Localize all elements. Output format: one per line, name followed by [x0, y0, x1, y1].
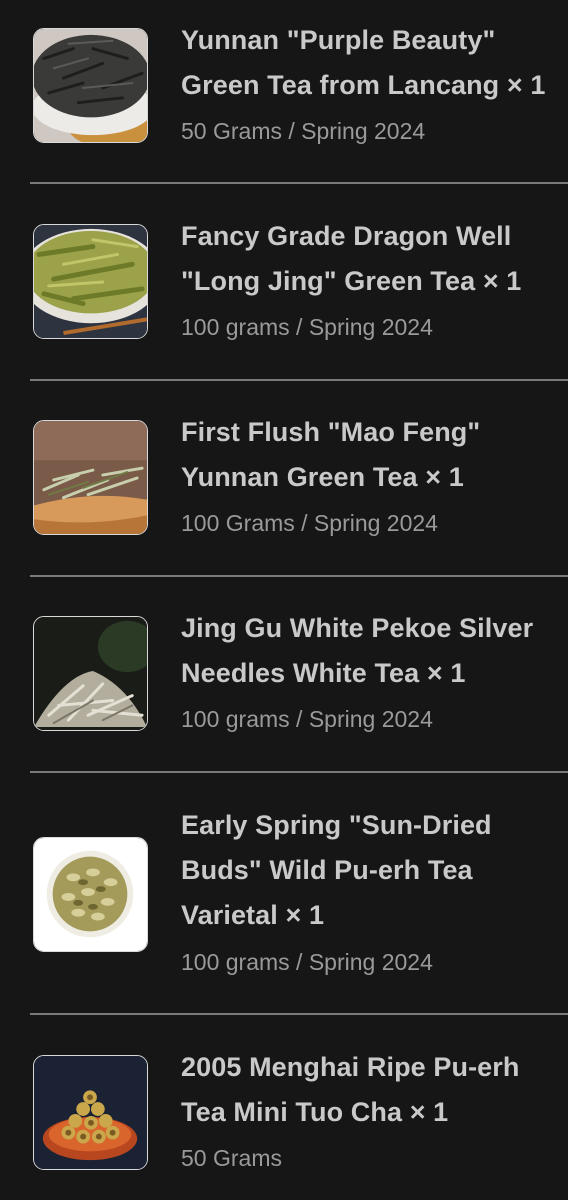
- divider: [30, 379, 568, 381]
- list-item: Fancy Grade Dragon Well "Long Jing" Gree…: [30, 212, 568, 362]
- product-name: Yunnan "Purple Beauty" Green Tea from La…: [181, 25, 546, 100]
- list-item: Yunnan "Purple Beauty" Green Tea from La…: [30, 16, 568, 166]
- list-item: Early Spring "Sun-Dried Buds" Wild Pu-er…: [30, 801, 568, 1013]
- list-item: 2005 Menghai Ripe Pu-erh Tea Mini Tuo Ch…: [30, 1043, 568, 1200]
- list-item: First Flush "Mao Feng" Yunnan Green Tea …: [30, 408, 568, 558]
- list-item: Jing Gu White Pekoe Silver Needles White…: [30, 604, 568, 754]
- product-variant: 100 grams / Spring 2024: [181, 949, 433, 975]
- order-item-list: Yunnan "Purple Beauty" Green Tea from La…: [0, 0, 568, 1200]
- product-image-long-jing: [33, 224, 148, 339]
- product-variant: 100 grams / Spring 2024: [181, 314, 433, 340]
- product-image-sun-dried-buds: [33, 837, 148, 952]
- product-variant: 50 Grams: [181, 1145, 282, 1171]
- product-variant: 100 Grams / Spring 2024: [181, 510, 438, 536]
- product-variant: 100 grams / Spring 2024: [181, 706, 433, 732]
- product-image-silver-needles: [33, 616, 148, 731]
- product-image-mao-feng: [33, 420, 148, 535]
- product-image-mini-tuo-cha: [33, 1055, 148, 1170]
- product-image-purple-beauty: [33, 28, 148, 143]
- product-name: Early Spring "Sun-Dried Buds" Wild Pu-er…: [181, 810, 492, 930]
- divider: [30, 1013, 568, 1015]
- product-name: 2005 Menghai Ripe Pu-erh Tea Mini Tuo Ch…: [181, 1052, 520, 1127]
- divider: [30, 182, 568, 184]
- divider: [30, 575, 568, 577]
- product-variant: 50 Grams / Spring 2024: [181, 118, 426, 144]
- product-name: First Flush "Mao Feng" Yunnan Green Tea …: [181, 417, 481, 492]
- product-name: Fancy Grade Dragon Well "Long Jing" Gree…: [181, 221, 522, 296]
- divider: [30, 771, 568, 773]
- product-name: Jing Gu White Pekoe Silver Needles White…: [181, 613, 534, 688]
